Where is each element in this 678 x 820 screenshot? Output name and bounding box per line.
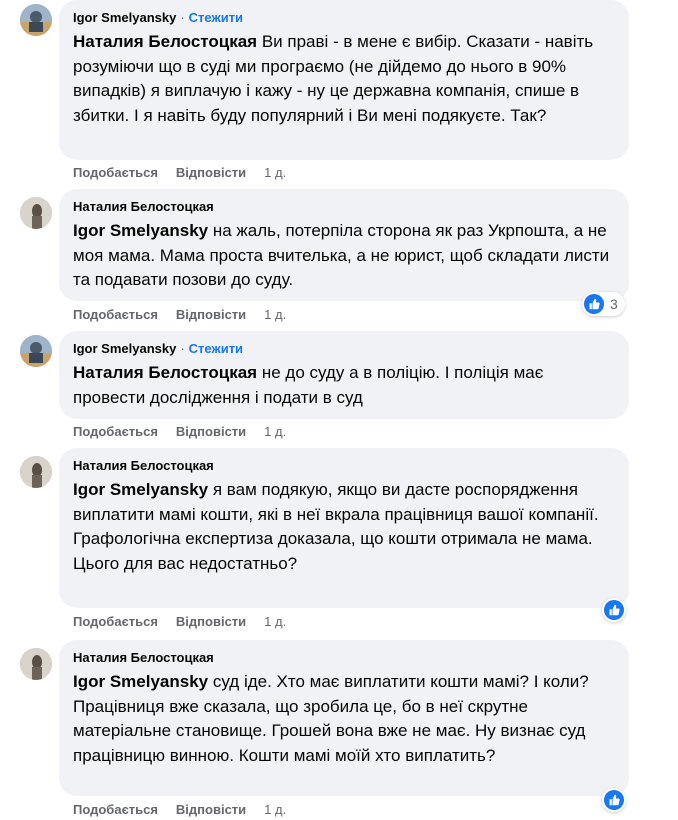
comment-bubble: Igor Smelyansky · Стежити Наталия Белостоц…: [59, 0, 629, 160]
comment-actions: Подобається Відповісти 1 д.: [73, 307, 304, 323]
comment-bubble: Наталия Белостоцкая Igor Smelyansky я ва…: [59, 448, 629, 608]
like-reaction-icon: [604, 600, 624, 620]
reply-button[interactable]: Відповісти: [176, 424, 246, 439]
avatar[interactable]: [20, 335, 52, 367]
comment-bubble: Наталия Белостоцкая Igor Smelyansky на ж…: [59, 189, 629, 301]
follow-link[interactable]: Стежити: [189, 10, 243, 25]
comment-body-paragraph: Графологічна експертиза доказала, що кош…: [73, 529, 593, 573]
author-name[interactable]: Igor Smelyansky: [73, 341, 176, 356]
timestamp[interactable]: 1 д.: [264, 802, 286, 817]
author-name[interactable]: Наталия Белостоцкая: [73, 458, 214, 473]
author-line: Igor Smelyansky · Стежити: [73, 340, 615, 358]
comment-text: Наталия Белостоцкая не до суду а в поліц…: [73, 361, 615, 410]
author-line: Igor Smelyansky · Стежити: [73, 9, 615, 27]
mention[interactable]: Наталия Белостоцкая: [73, 363, 257, 382]
author-name[interactable]: Наталия Белостоцкая: [73, 650, 214, 665]
avatar[interactable]: [20, 648, 52, 680]
mention[interactable]: Igor Smelyansky: [73, 480, 208, 499]
reply-button[interactable]: Відповісти: [176, 802, 246, 817]
reaction-badge[interactable]: 3: [582, 292, 625, 316]
reply-button[interactable]: Відповісти: [176, 307, 246, 322]
mention[interactable]: Igor Smelyansky: [73, 221, 208, 240]
reply-button[interactable]: Відповісти: [176, 165, 246, 180]
comment-text: Наталия Белостоцкая Ви праві - в мене є …: [73, 30, 615, 128]
like-button[interactable]: Подобається: [73, 802, 158, 817]
like-button[interactable]: Подобається: [73, 307, 158, 322]
avatar[interactable]: [20, 456, 52, 488]
avatar[interactable]: [20, 197, 52, 229]
like-button[interactable]: Подобається: [73, 165, 158, 180]
timestamp[interactable]: 1 д.: [264, 424, 286, 439]
author-line: Наталия Белостоцкая: [73, 457, 615, 475]
reaction-count: 3: [610, 296, 618, 312]
like-reaction-icon: [584, 294, 604, 314]
like-reaction-icon: [604, 790, 624, 810]
comment-actions: Подобається Відповісти 1 д.: [73, 614, 304, 630]
reaction-badge[interactable]: [602, 788, 626, 812]
comment-text: Igor Smelyansky на жаль, потерпіла сторо…: [73, 219, 615, 293]
author-line: Наталия Белостоцкая: [73, 198, 615, 216]
like-button[interactable]: Подобається: [73, 614, 158, 629]
follow-link[interactable]: Стежити: [189, 341, 243, 356]
mention[interactable]: Наталия Белостоцкая: [73, 32, 257, 51]
timestamp[interactable]: 1 д.: [264, 307, 286, 322]
separator-dot: ·: [180, 341, 185, 356]
comment-actions: Подобається Відповісти 1 д.: [73, 165, 304, 181]
comment-text: Igor Smelyansky суд іде. Хто має виплати…: [73, 670, 615, 768]
author-name[interactable]: Наталия Белостоцкая: [73, 199, 214, 214]
timestamp[interactable]: 1 д.: [264, 614, 286, 629]
avatar[interactable]: [20, 4, 52, 36]
like-button[interactable]: Подобається: [73, 424, 158, 439]
reaction-badge[interactable]: [602, 598, 626, 622]
separator-dot: ·: [180, 10, 185, 25]
author-line: Наталия Белостоцкая: [73, 649, 615, 667]
comment-actions: Подобається Відповісти 1 д.: [73, 424, 304, 440]
comment-text: Igor Smelyansky я вам подякую, якщо ви д…: [73, 478, 615, 576]
comment-actions: Подобається Відповісти 1 д.: [73, 802, 304, 818]
comment-bubble: Igor Smelyansky · Стежити Наталия Белостоц…: [59, 331, 629, 419]
author-name[interactable]: Igor Smelyansky: [73, 10, 176, 25]
comment-bubble: Наталия Белостоцкая Igor Smelyansky суд …: [59, 640, 629, 796]
timestamp[interactable]: 1 д.: [264, 165, 286, 180]
reply-button[interactable]: Відповісти: [176, 614, 246, 629]
mention[interactable]: Igor Smelyansky: [73, 672, 208, 691]
